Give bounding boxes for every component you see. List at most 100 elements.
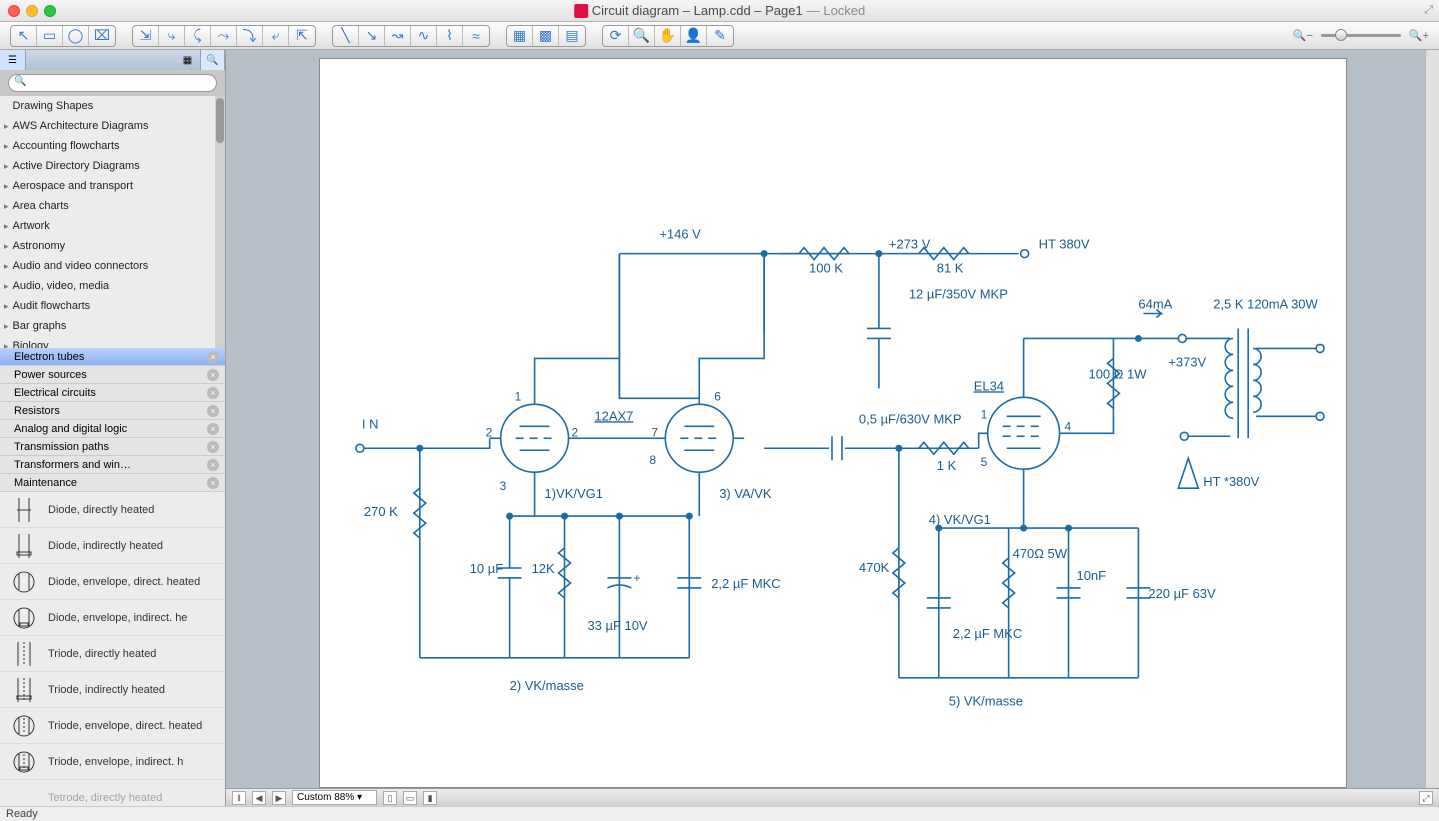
line6-tool[interactable]: ≈ xyxy=(463,26,489,46)
sidebar-item[interactable]: Audit flowcharts xyxy=(0,296,225,316)
filter-item[interactable]: Electron tubes× xyxy=(0,348,225,366)
filter-item[interactable]: Power sources× xyxy=(0,366,225,384)
line3-tool[interactable]: ↝ xyxy=(385,26,411,46)
shape-label: Diode, indirectly heated xyxy=(48,540,163,552)
shape-label: Tetrode, directly heated xyxy=(48,792,162,804)
conn4-tool[interactable]: ⤳ xyxy=(211,26,237,46)
diode-env-icon xyxy=(10,605,38,631)
shape-item[interactable]: Triode, envelope, indirect. h xyxy=(0,744,225,780)
canvas-area: +146 V 100 K 12 µF/350V MKP +273 V xyxy=(226,50,1439,806)
text-tool[interactable]: ⌧ xyxy=(89,26,115,46)
minimize-window-button[interactable] xyxy=(26,5,38,17)
remove-filter-icon[interactable]: × xyxy=(207,441,219,453)
conn6-tool[interactable]: ⤶ xyxy=(263,26,289,46)
conn5-tool[interactable]: ⤵ xyxy=(237,26,263,46)
filter-item[interactable]: Transmission paths× xyxy=(0,438,225,456)
remove-filter-icon[interactable]: × xyxy=(207,369,219,381)
sidebar-item[interactable]: Area charts xyxy=(0,196,225,216)
sidebar-search-input[interactable] xyxy=(8,74,217,92)
zoom-out-icon[interactable]: 🔍− xyxy=(1293,29,1313,42)
sidebar-item[interactable]: Accounting flowcharts xyxy=(0,136,225,156)
zoom-level-select[interactable]: Custom 88% ▾ xyxy=(292,790,377,805)
line5-tool[interactable]: ⌇ xyxy=(437,26,463,46)
sidebar-item[interactable]: AWS Architecture Diagrams xyxy=(0,116,225,136)
sidebar-tabs: ☰ ▦ 🔍 xyxy=(0,50,225,70)
shape-item[interactable]: Diode, indirectly heated xyxy=(0,528,225,564)
page-prev-button[interactable]: ◀ xyxy=(252,791,266,805)
zoom-in-icon[interactable]: 🔍+ xyxy=(1409,29,1429,42)
page[interactable]: +146 V 100 K 12 µF/350V MKP +273 V xyxy=(319,58,1347,788)
shape-item[interactable]: Diode, directly heated xyxy=(0,492,225,528)
shape-palette[interactable]: Diode, directly heated Diode, indirectly… xyxy=(0,492,225,806)
filter-item[interactable]: Resistors× xyxy=(0,402,225,420)
shape-item[interactable]: Tetrode, directly heated xyxy=(0,780,225,806)
page-scroll-stop[interactable]: ‖ xyxy=(232,791,246,805)
filter-item[interactable]: Maintenance× xyxy=(0,474,225,492)
remove-filter-icon[interactable]: × xyxy=(207,459,219,471)
align-tool[interactable]: ▦ xyxy=(507,26,533,46)
categories-scrollbar[interactable] xyxy=(215,96,225,348)
svg-text:4: 4 xyxy=(1064,419,1071,433)
rect-tool[interactable]: ▭ xyxy=(37,26,63,46)
library-tree-tab[interactable]: ☰ xyxy=(0,50,26,70)
sidebar-item[interactable]: Audio and video connectors xyxy=(0,256,225,276)
distribute-tool[interactable]: ▤ xyxy=(559,26,585,46)
tool-group-lines: ╲ ↘ ↝ ∿ ⌇ ≈ xyxy=(332,25,490,47)
user-tool[interactable]: 👤 xyxy=(681,26,707,46)
filter-item[interactable]: Electrical circuits× xyxy=(0,384,225,402)
ellipse-tool[interactable]: ◯ xyxy=(63,26,89,46)
sidebar-item[interactable]: Artwork xyxy=(0,216,225,236)
page-next-button[interactable]: ▶ xyxy=(272,791,286,805)
view-mode-1[interactable]: ▯ xyxy=(383,791,397,805)
sidebar-item[interactable]: Biology xyxy=(0,336,225,348)
refresh-tool[interactable]: ⟳ xyxy=(603,26,629,46)
page-bar: ‖ ◀ ▶ Custom 88% ▾ ▯ ▭ ▮ ⤢ xyxy=(226,788,1439,806)
line4-tool[interactable]: ∿ xyxy=(411,26,437,46)
eyedrop-tool[interactable]: ✎ xyxy=(707,26,733,46)
zoom-slider[interactable] xyxy=(1321,34,1401,37)
sidebar-item[interactable]: Audio, video, media xyxy=(0,276,225,296)
svg-text:HT 380V: HT 380V xyxy=(1038,237,1089,252)
view-mode-3[interactable]: ▮ xyxy=(423,791,437,805)
shape-item[interactable]: Triode, envelope, direct. heated xyxy=(0,708,225,744)
hand-tool[interactable]: ✋ xyxy=(655,26,681,46)
library-grid-tab[interactable]: ▦ xyxy=(175,50,201,70)
shape-item[interactable]: Diode, envelope, direct. heated xyxy=(0,564,225,600)
shape-item[interactable]: Triode, indirectly heated xyxy=(0,672,225,708)
library-search-tab[interactable]: 🔍 xyxy=(201,50,225,70)
line1-tool[interactable]: ╲ xyxy=(333,26,359,46)
group-tool[interactable]: ▩ xyxy=(533,26,559,46)
remove-filter-icon[interactable]: × xyxy=(207,423,219,435)
remove-filter-icon[interactable]: × xyxy=(207,405,219,417)
conn7-tool[interactable]: ⇱ xyxy=(289,26,315,46)
sidebar-item[interactable]: Aerospace and transport xyxy=(0,176,225,196)
shape-item[interactable]: Triode, directly heated xyxy=(0,636,225,672)
fullscreen-icon[interactable]: ⤢ xyxy=(1424,4,1433,17)
line2-tool[interactable]: ↘ xyxy=(359,26,385,46)
vertical-scrollbar[interactable] xyxy=(1425,50,1439,788)
shape-item[interactable]: Diode, envelope, indirect. he xyxy=(0,600,225,636)
svg-text:2) VK/masse: 2) VK/masse xyxy=(509,678,583,693)
expand-icon[interactable]: ⤢ xyxy=(1419,791,1433,805)
canvas-viewport[interactable]: +146 V 100 K 12 µF/350V MKP +273 V xyxy=(226,50,1439,788)
library-categories[interactable]: Drawing Shapes AWS Architecture Diagrams… xyxy=(0,96,225,348)
sidebar-item[interactable]: Active Directory Diagrams xyxy=(0,156,225,176)
filter-item[interactable]: Transformers and win…× xyxy=(0,456,225,474)
pointer-tool[interactable]: ↖ xyxy=(11,26,37,46)
sidebar-search-row xyxy=(0,70,225,96)
zoom-window-button[interactable] xyxy=(44,5,56,17)
close-window-button[interactable] xyxy=(8,5,20,17)
remove-filter-icon[interactable]: × xyxy=(207,387,219,399)
filter-item[interactable]: Analog and digital logic× xyxy=(0,420,225,438)
zoom-tool[interactable]: 🔍 xyxy=(629,26,655,46)
sidebar-item[interactable]: Bar graphs xyxy=(0,316,225,336)
conn3-tool[interactable]: ⤹ xyxy=(185,26,211,46)
conn2-tool[interactable]: ⤷ xyxy=(159,26,185,46)
svg-text:I N: I N xyxy=(361,416,378,431)
sidebar-item[interactable]: Astronomy xyxy=(0,236,225,256)
view-mode-2[interactable]: ▭ xyxy=(403,791,417,805)
remove-filter-icon[interactable]: × xyxy=(207,351,219,363)
remove-filter-icon[interactable]: × xyxy=(207,477,219,489)
conn1-tool[interactable]: ⇲ xyxy=(133,26,159,46)
sidebar-item[interactable]: Drawing Shapes xyxy=(0,96,225,116)
